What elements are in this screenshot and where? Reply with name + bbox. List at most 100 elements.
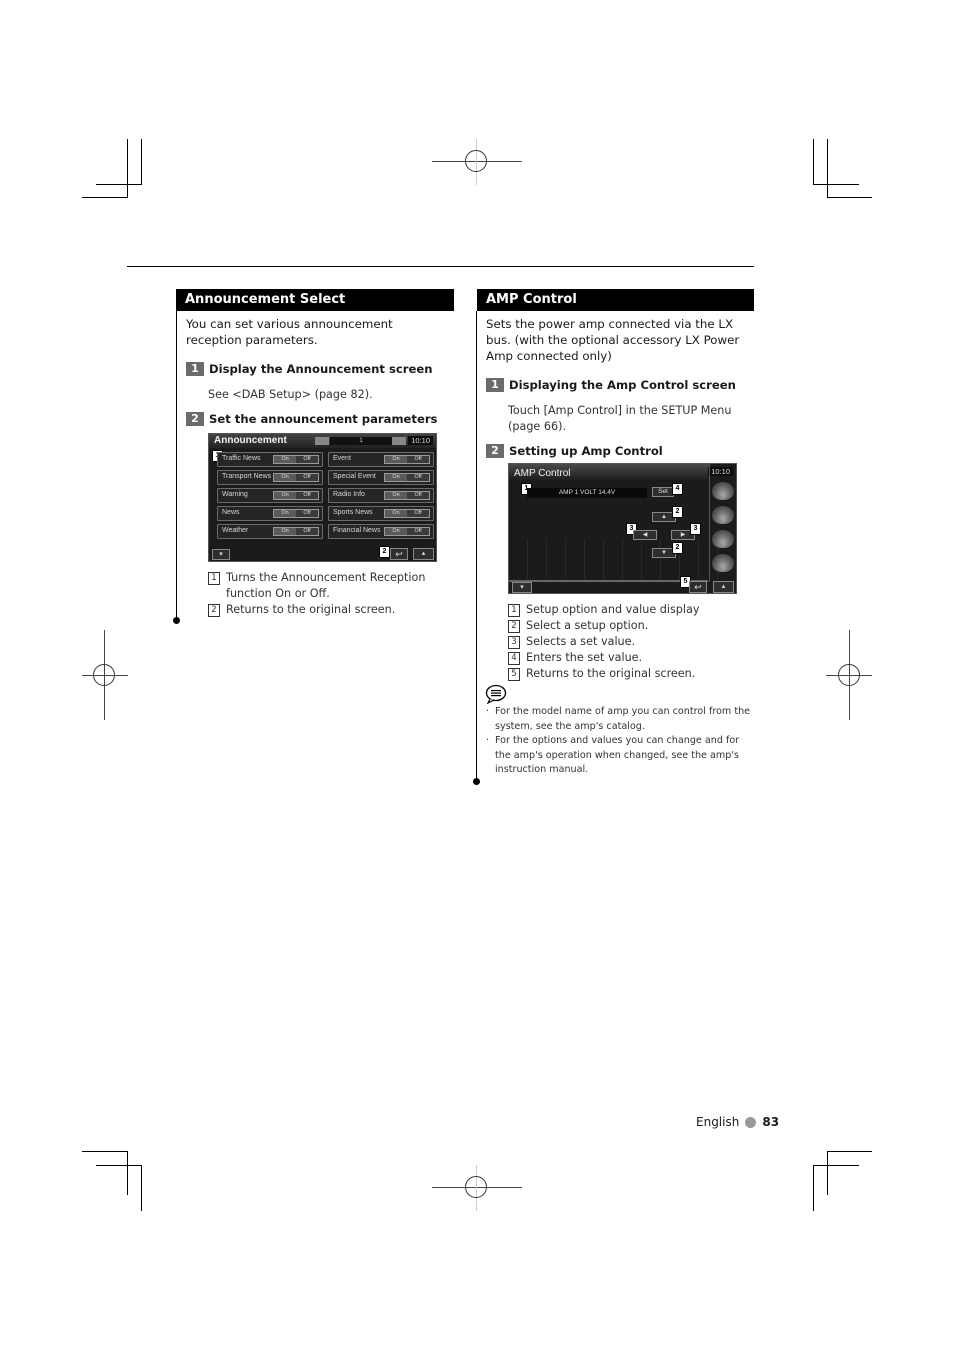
toggle-off[interactable]: Off [407,474,429,481]
toggle-off[interactable]: Off [407,456,429,463]
step-1: 1 Display the Announcement screen [186,362,432,376]
step-1-text: See <DAB Setup> (page 82). [208,388,373,401]
screen-title: AMP Control [514,468,571,479]
callout-badge: 2 [672,542,683,554]
clock: 10:10 [708,467,733,476]
announcement-label: Event [333,455,351,462]
announcement-label: Sports News [333,509,373,516]
on-off-toggle[interactable]: On Off [384,509,430,518]
step-1: 1 Displaying the Amp Control screen [486,378,736,392]
legend-item: 3 Selects a set value. [508,634,748,650]
toggle-off[interactable]: Off [296,474,318,481]
set-button[interactable]: Set [652,487,674,497]
toggle-on[interactable]: On [385,492,407,499]
step-number: 2 [186,412,204,426]
announcement-label: News [222,509,240,516]
header-rule [127,266,754,267]
legend-item: 2 Returns to the original screen. [208,602,448,618]
announcement-row: Traffic News On Off [217,452,323,467]
section-timeline-left [176,311,177,619]
audio-control-icon[interactable] [712,506,734,524]
toggle-off[interactable]: Off [296,456,318,463]
step-number: 1 [186,362,204,376]
on-off-toggle[interactable]: On Off [273,491,319,500]
on-off-toggle[interactable]: On Off [384,473,430,482]
notes-list: · For the model name of amp you can contr… [486,705,756,778]
on-off-toggle[interactable]: On Off [273,473,319,482]
announcement-screen: Announcement 1 10:10 1 Traffic NewsOnOff… [208,433,437,562]
callout-badge: 2 [379,546,390,558]
scroll-up-button[interactable]: ▴ [413,548,434,560]
scroll-down-button[interactable]: ▾ [212,549,230,560]
value-left-button[interactable]: ◀ [633,530,657,540]
clock: 10:10 [408,436,433,445]
timeline-end-dot [473,778,480,785]
toggle-on[interactable]: On [385,528,407,535]
legend-item: 1 Setup option and value display [508,602,748,618]
equalizer-icon[interactable] [712,554,734,572]
on-off-toggle[interactable]: On Off [273,527,319,536]
scroll-down-button[interactable]: ▾ [512,582,532,593]
toggle-on[interactable]: On [385,474,407,481]
timeline-end-dot [173,617,180,624]
on-off-toggle[interactable]: On Off [273,509,319,518]
callout-badge: 3 [690,523,701,535]
toggle-on[interactable]: On [274,528,296,535]
callout-badge: 2 [672,506,683,518]
legend-item: 4 Enters the set value. [508,650,748,666]
toggle-on[interactable]: On [274,456,296,463]
menu-grid-icon[interactable] [712,482,734,500]
step-title: Setting up Amp Control [509,444,663,458]
toggle-off[interactable]: Off [296,528,318,535]
step-2: 2 Set the announcement parameters [186,412,437,426]
intro-text: You can set various announcement recepti… [186,317,393,347]
on-off-toggle[interactable]: On Off [384,527,430,536]
toggle-off[interactable]: Off [407,510,429,517]
footer-language: English [696,1115,740,1129]
return-button[interactable]: ↩ [390,548,408,560]
page-number: 83 [762,1115,780,1129]
legend-item: 1 Turns the Announcement Reception functi… [208,570,448,602]
announcement-label: Warning [222,491,248,498]
section-timeline-right [476,311,477,782]
legend-item: 5 Returns to the original screen. [508,666,748,682]
announcement-row: Transport News On Off [217,470,323,485]
on-off-toggle[interactable]: On Off [384,455,430,464]
intro-text: Sets the power amp connected via the LX … [486,317,740,363]
announcement-label: Radio Info [333,491,365,498]
toggle-on[interactable]: On [385,456,407,463]
note-item: · For the options and values you can chan… [486,735,740,775]
note-item: · For the model name of amp you can contr… [486,706,751,732]
speaker-icon[interactable] [712,530,734,548]
step-number: 1 [486,378,504,392]
page-footer: English 83 [696,1115,779,1129]
announcement-label: Transport News [222,473,272,480]
footer-dot [745,1116,757,1128]
on-off-toggle[interactable]: On Off [384,491,430,500]
toggle-on[interactable]: On [385,510,407,517]
step-number: 2 [486,444,504,458]
callout-badge: 4 [672,483,683,495]
legend-item: 2 Select a setup option. [508,618,748,634]
toggle-on[interactable]: On [274,492,296,499]
announcement-label: Financial News [333,527,381,534]
page-indicator: 1 [330,437,392,445]
announcement-label: Weather [222,527,249,534]
page-next-button[interactable] [392,437,406,445]
return-button[interactable]: ↩ [689,581,707,593]
announcement-row: Financial News On Off [328,524,434,539]
on-off-toggle[interactable]: On Off [273,455,319,464]
scroll-up-button[interactable]: ▴ [713,581,734,593]
screen-title: Announcement [214,435,287,446]
announcement-row: Warning On Off [217,488,323,503]
toggle-off[interactable]: Off [296,510,318,517]
page-prev-button[interactable] [315,437,329,445]
toggle-off[interactable]: Off [296,492,318,499]
value-display: AMP 1 VOLT 14.4V [527,488,647,498]
toggle-off[interactable]: Off [407,528,429,535]
toggle-on[interactable]: On [274,510,296,517]
announcement-row: News On Off [217,506,323,521]
toggle-on[interactable]: On [274,474,296,481]
section-title-amp-control: AMP Control [477,289,754,311]
toggle-off[interactable]: Off [407,492,429,499]
